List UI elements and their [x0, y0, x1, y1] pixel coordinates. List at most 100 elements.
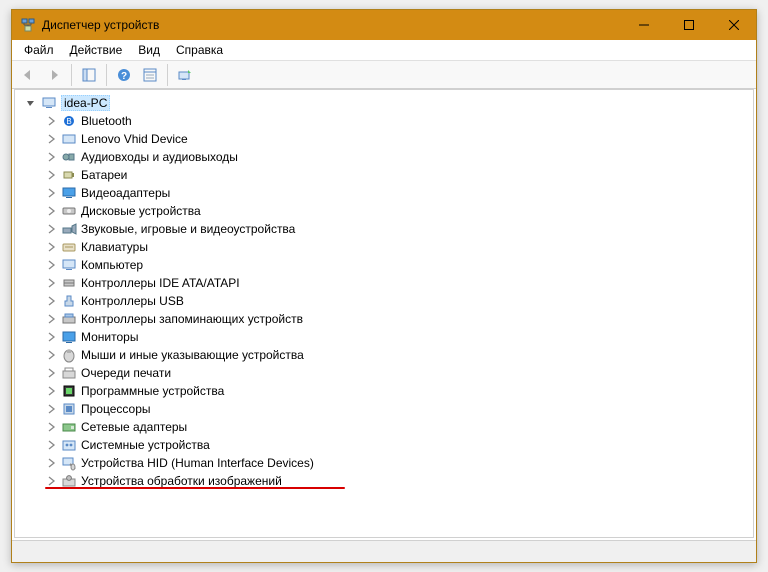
tree-item-label: Мониторы: [81, 330, 138, 344]
device-category-icon: [61, 275, 77, 291]
tree-item[interactable]: Батареи: [21, 166, 753, 184]
tree-item[interactable]: B Bluetooth: [21, 112, 753, 130]
expander-closed-icon[interactable]: [43, 167, 59, 183]
expander-closed-icon[interactable]: [43, 275, 59, 291]
expander-closed-icon[interactable]: [43, 113, 59, 129]
forward-button[interactable]: [42, 63, 66, 87]
expander-closed-icon[interactable]: [43, 185, 59, 201]
expander-closed-icon[interactable]: [43, 131, 59, 147]
properties-button[interactable]: [138, 63, 162, 87]
tree-item-label: Bluetooth: [81, 114, 132, 128]
tree-item-label: Программные устройства: [81, 384, 224, 398]
close-button[interactable]: [711, 10, 756, 40]
expander-closed-icon[interactable]: [43, 383, 59, 399]
toolbar-separator: [167, 64, 168, 86]
tree-item[interactable]: Клавиатуры: [21, 238, 753, 256]
tree-item[interactable]: Процессоры: [21, 400, 753, 418]
show-hide-button[interactable]: [77, 63, 101, 87]
menu-file[interactable]: Файл: [16, 41, 62, 59]
tree-item[interactable]: Системные устройства: [21, 436, 753, 454]
window-title: Диспетчер устройств: [42, 18, 159, 32]
tree-item[interactable]: Видеоадаптеры: [21, 184, 753, 202]
device-category-icon: [61, 347, 77, 363]
tree-item[interactable]: Дисковые устройства: [21, 202, 753, 220]
expander-closed-icon[interactable]: [43, 239, 59, 255]
device-category-icon: [61, 455, 77, 471]
tree-item-label: Батареи: [81, 168, 127, 182]
root-label: idea-PC: [61, 95, 110, 111]
app-icon: [20, 17, 36, 33]
device-category-icon: [61, 437, 77, 453]
tree-item-label: Устройства обработки изображений: [81, 474, 282, 488]
tree-item-label: Дисковые устройства: [81, 204, 201, 218]
expander-closed-icon[interactable]: [43, 311, 59, 327]
device-category-icon: [61, 257, 77, 273]
tree-item-label: Компьютер: [81, 258, 143, 272]
tree-item[interactable]: Программные устройства: [21, 382, 753, 400]
device-category-icon: [61, 419, 77, 435]
tree-item-label: Контроллеры USB: [81, 294, 184, 308]
tree-item-label: Мыши и иные указывающие устройства: [81, 348, 304, 362]
tree-item[interactable]: Контроллеры запоминающих устройств: [21, 310, 753, 328]
tree-item-label: Lenovo Vhid Device: [81, 132, 188, 146]
minimize-button[interactable]: [621, 10, 666, 40]
titlebar[interactable]: Диспетчер устройств: [12, 10, 756, 40]
toolbar-separator: [71, 64, 72, 86]
expander-open-icon[interactable]: [23, 95, 39, 111]
tree-item-label: Видеоадаптеры: [81, 186, 170, 200]
tree-item[interactable]: Мыши и иные указывающие устройства: [21, 346, 753, 364]
expander-closed-icon[interactable]: [43, 329, 59, 345]
expander-closed-icon[interactable]: [43, 293, 59, 309]
help-button[interactable]: ?: [112, 63, 136, 87]
tree-item[interactable]: Устройства HID (Human Interface Devices): [21, 454, 753, 472]
expander-closed-icon[interactable]: [43, 401, 59, 417]
device-category-icon: B: [61, 113, 77, 129]
tree-item[interactable]: Сетевые адаптеры: [21, 418, 753, 436]
device-category-icon: [61, 203, 77, 219]
tree-item[interactable]: Контроллеры USB: [21, 292, 753, 310]
device-category-icon: [61, 329, 77, 345]
tree-item[interactable]: Мониторы: [21, 328, 753, 346]
menu-help[interactable]: Справка: [168, 41, 231, 59]
tree-item-label: Аудиовходы и аудиовыходы: [81, 150, 238, 164]
tree-item[interactable]: Очереди печати: [21, 364, 753, 382]
expander-closed-icon[interactable]: [43, 149, 59, 165]
device-category-icon: [61, 221, 77, 237]
tree-item-label: Сетевые адаптеры: [81, 420, 187, 434]
tree-item[interactable]: Компьютер: [21, 256, 753, 274]
tree-root[interactable]: idea-PC: [21, 94, 753, 112]
expander-closed-icon[interactable]: [43, 365, 59, 381]
device-tree-panel[interactable]: idea-PC B Bluetooth Lenovo Vhid Device Ауди…: [14, 89, 754, 538]
menu-view[interactable]: Вид: [130, 41, 168, 59]
device-category-icon: [61, 365, 77, 381]
tree-item[interactable]: Звуковые, игровые и видеоустройства: [21, 220, 753, 238]
back-button[interactable]: [16, 63, 40, 87]
expander-closed-icon[interactable]: [43, 221, 59, 237]
expander-closed-icon[interactable]: [43, 455, 59, 471]
tree-item-label: Клавиатуры: [81, 240, 148, 254]
maximize-button[interactable]: [666, 10, 711, 40]
device-category-icon: [61, 149, 77, 165]
expander-closed-icon[interactable]: [43, 257, 59, 273]
scan-hardware-button[interactable]: [173, 63, 197, 87]
menu-action[interactable]: Действие: [62, 41, 131, 59]
expander-closed-icon[interactable]: [43, 347, 59, 363]
device-category-icon: [61, 383, 77, 399]
expander-closed-icon[interactable]: [43, 437, 59, 453]
device-category-icon: [61, 293, 77, 309]
tree-item-label: Процессоры: [81, 402, 151, 416]
svg-text:B: B: [66, 117, 71, 126]
tree-item-label: Системные устройства: [81, 438, 210, 452]
device-tree: idea-PC B Bluetooth Lenovo Vhid Device Ауди…: [15, 92, 753, 490]
tree-item[interactable]: Контроллеры IDE ATA/ATAPI: [21, 274, 753, 292]
tree-item[interactable]: Lenovo Vhid Device: [21, 130, 753, 148]
expander-closed-icon[interactable]: [43, 419, 59, 435]
device-category-icon: [61, 167, 77, 183]
device-category-icon: [61, 401, 77, 417]
menubar: Файл Действие Вид Справка: [12, 40, 756, 61]
tree-item-label: Звуковые, игровые и видеоустройства: [81, 222, 295, 236]
toolbar: ?: [12, 61, 756, 89]
expander-closed-icon[interactable]: [43, 203, 59, 219]
tree-item[interactable]: Аудиовходы и аудиовыходы: [21, 148, 753, 166]
device-category-icon: [61, 239, 77, 255]
